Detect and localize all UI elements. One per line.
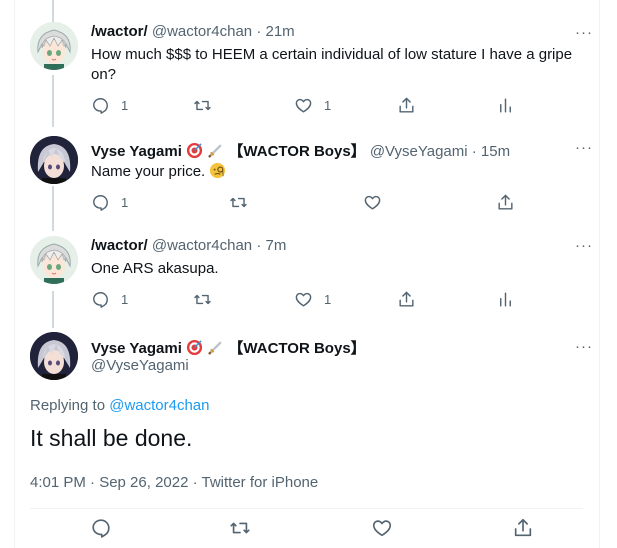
thread-connector [52,75,54,127]
author-name[interactable]: Vyse Yagami [91,340,182,357]
analytics-icon [500,98,511,113]
tweet-actions: 1 1 [91,290,521,310]
share-icon [498,194,513,210]
like-button[interactable]: 1 [294,290,331,309]
tweet-time[interactable]: · 7m [256,237,286,254]
retweet-button[interactable] [229,193,248,212]
retweet-button[interactable] [229,517,251,539]
sword-emoji-icon [208,341,222,355]
main-tweet-header: Vyse Yagami 【WACTOR Boys】 [91,337,366,358]
like-count: 1 [324,98,332,113]
like-button[interactable] [371,517,393,539]
tweet-text-content: Name your price. [91,163,206,180]
tweet-header: /wactor/ @wactor4chan · 21m [91,23,295,40]
retweet-icon [194,294,211,305]
main-tweet-actions [30,517,583,543]
tweet-timestamp[interactable]: 4:01 PM · Sep 26, 2022 · Twitter for iPh… [30,474,318,491]
tweet-actions: 1 1 [91,96,521,116]
share-icon [399,291,414,307]
avatar[interactable] [30,22,78,70]
replying-to: Replying to @wactor4chan [30,397,210,414]
like-icon [372,520,392,537]
analytics-icon [500,292,511,307]
retweet-button[interactable] [193,290,212,309]
replying-prefix: Replying to [30,397,106,414]
retweet-icon [194,100,211,111]
author-name[interactable]: /wactor/ [91,237,148,254]
author-handle[interactable]: @wactor4chan [152,237,252,254]
author-handle[interactable]: @wactor4chan [152,23,252,40]
reply-button[interactable] [90,517,112,539]
analytics-button[interactable] [496,96,515,115]
retweet-button[interactable] [193,96,212,115]
share-button[interactable] [496,193,515,212]
share-icon [399,97,414,113]
share-button[interactable] [397,290,416,309]
avatar[interactable] [30,136,78,184]
author-handle[interactable]: @VyseYagami [91,357,189,374]
avatar[interactable] [30,332,78,380]
target-emoji-icon [187,142,203,159]
like-icon [364,195,381,210]
tweet-time[interactable]: · 15m [472,143,510,160]
divider [30,508,583,509]
reply-button[interactable]: 1 [91,290,128,309]
share-button[interactable] [397,96,416,115]
author-name[interactable]: /wactor/ [91,23,148,40]
tweet-actions: 1 [91,193,521,213]
like-button[interactable]: 1 [294,96,331,115]
reply-count: 1 [121,195,129,210]
author-name[interactable]: Vyse Yagami [91,143,182,160]
retweet-icon [230,522,250,534]
tweet-time[interactable]: · 21m [256,23,294,40]
reply-icon [92,519,110,538]
tweet-text: How much $$$ to HEEM a certain individua… [91,46,573,83]
reply-count: 1 [121,292,129,307]
like-icon [295,98,312,113]
reply-button[interactable]: 1 [91,193,128,212]
author-handle[interactable]: @VyseYagami [370,143,468,160]
thread-connector [52,186,54,231]
more-options-button[interactable]: ··· [575,339,593,354]
analytics-button[interactable] [496,290,515,309]
main-tweet-text: It shall be done. [30,425,193,451]
tweet-text: One ARS akasupa. [91,260,219,277]
like-icon [295,292,312,307]
more-options-button[interactable]: ··· [575,238,593,253]
tweet-header: Vyse Yagami 【WACTOR Boys】 @VyseYagami · … [91,140,510,161]
reply-icon [93,292,108,308]
avatar[interactable] [30,236,78,284]
more-options-button[interactable]: ··· [575,25,593,40]
share-button[interactable] [512,517,534,539]
group-badge: 【WACTOR Boys】 [228,340,366,357]
tweet-header: /wactor/ @wactor4chan · 7m [91,237,286,254]
monocle-emoji-icon [210,162,226,179]
reply-icon [93,195,108,211]
sword-emoji-icon [208,144,222,158]
reply-button[interactable]: 1 [91,96,128,115]
more-options-button[interactable]: ··· [575,140,593,155]
thread-connector [52,0,54,22]
reply-icon [93,98,108,114]
share-icon [514,518,532,537]
group-badge: 【WACTOR Boys】 [228,143,366,160]
retweet-icon [230,197,247,208]
reply-count: 1 [121,98,129,113]
tweet-text: Name your price. [91,162,581,182]
like-count: 1 [324,292,332,307]
replying-to-link[interactable]: @wactor4chan [109,397,209,414]
thread-connector [52,291,54,328]
like-button[interactable] [363,193,382,212]
target-emoji-icon [187,339,203,356]
